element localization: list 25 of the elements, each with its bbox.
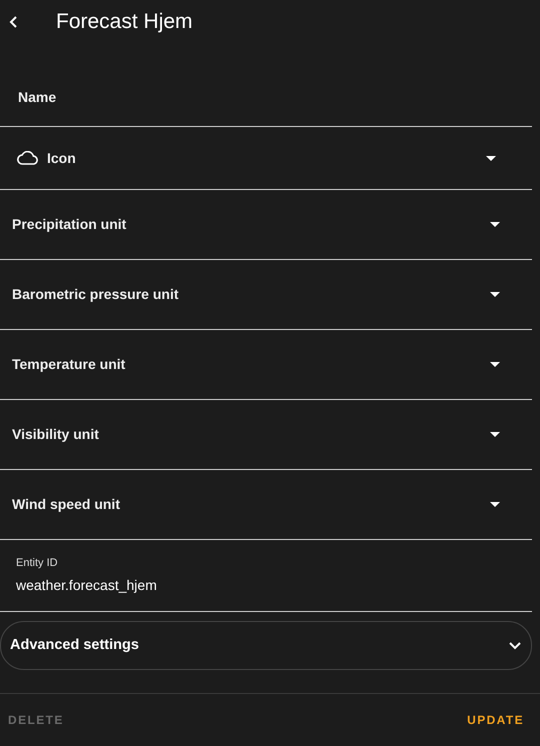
field-label: Precipitation unit <box>12 215 126 234</box>
unit-select[interactable]: Wind speed unit <box>0 470 532 540</box>
field-label: Visibility unit <box>12 425 99 444</box>
advanced-settings-expander[interactable]: Advanced settings <box>0 621 532 670</box>
field-label: Wind speed unit <box>12 495 120 514</box>
unit-select[interactable]: Precipitation unit <box>0 190 532 260</box>
unit-select[interactable]: Temperature unit <box>0 330 532 400</box>
dropdown-caret-icon <box>490 222 500 227</box>
field-label: Entity ID <box>16 556 58 571</box>
name-field[interactable]: Name <box>16 86 416 108</box>
dropdown-caret-icon <box>490 292 500 297</box>
dropdown-caret-icon <box>490 432 500 437</box>
field-label: Temperature unit <box>12 355 126 374</box>
dialog-title: Forecast Hjem <box>56 9 193 36</box>
unit-select[interactable]: Visibility unit <box>0 400 532 470</box>
back-icon <box>9 16 17 28</box>
dropdown-caret-icon <box>490 502 500 507</box>
field-label: Barometric pressure unit <box>12 285 178 304</box>
dropdown-caret-icon <box>490 362 500 367</box>
unit-select[interactable]: Barometric pressure unit <box>0 260 532 330</box>
dropdown-caret-icon <box>486 156 496 160</box>
action-button[interactable]: UPDATE <box>467 707 524 733</box>
cloud-icon <box>17 151 39 165</box>
field-label: Icon <box>47 148 76 168</box>
entity-id-value: weather.forecast_hjem <box>16 576 157 596</box>
